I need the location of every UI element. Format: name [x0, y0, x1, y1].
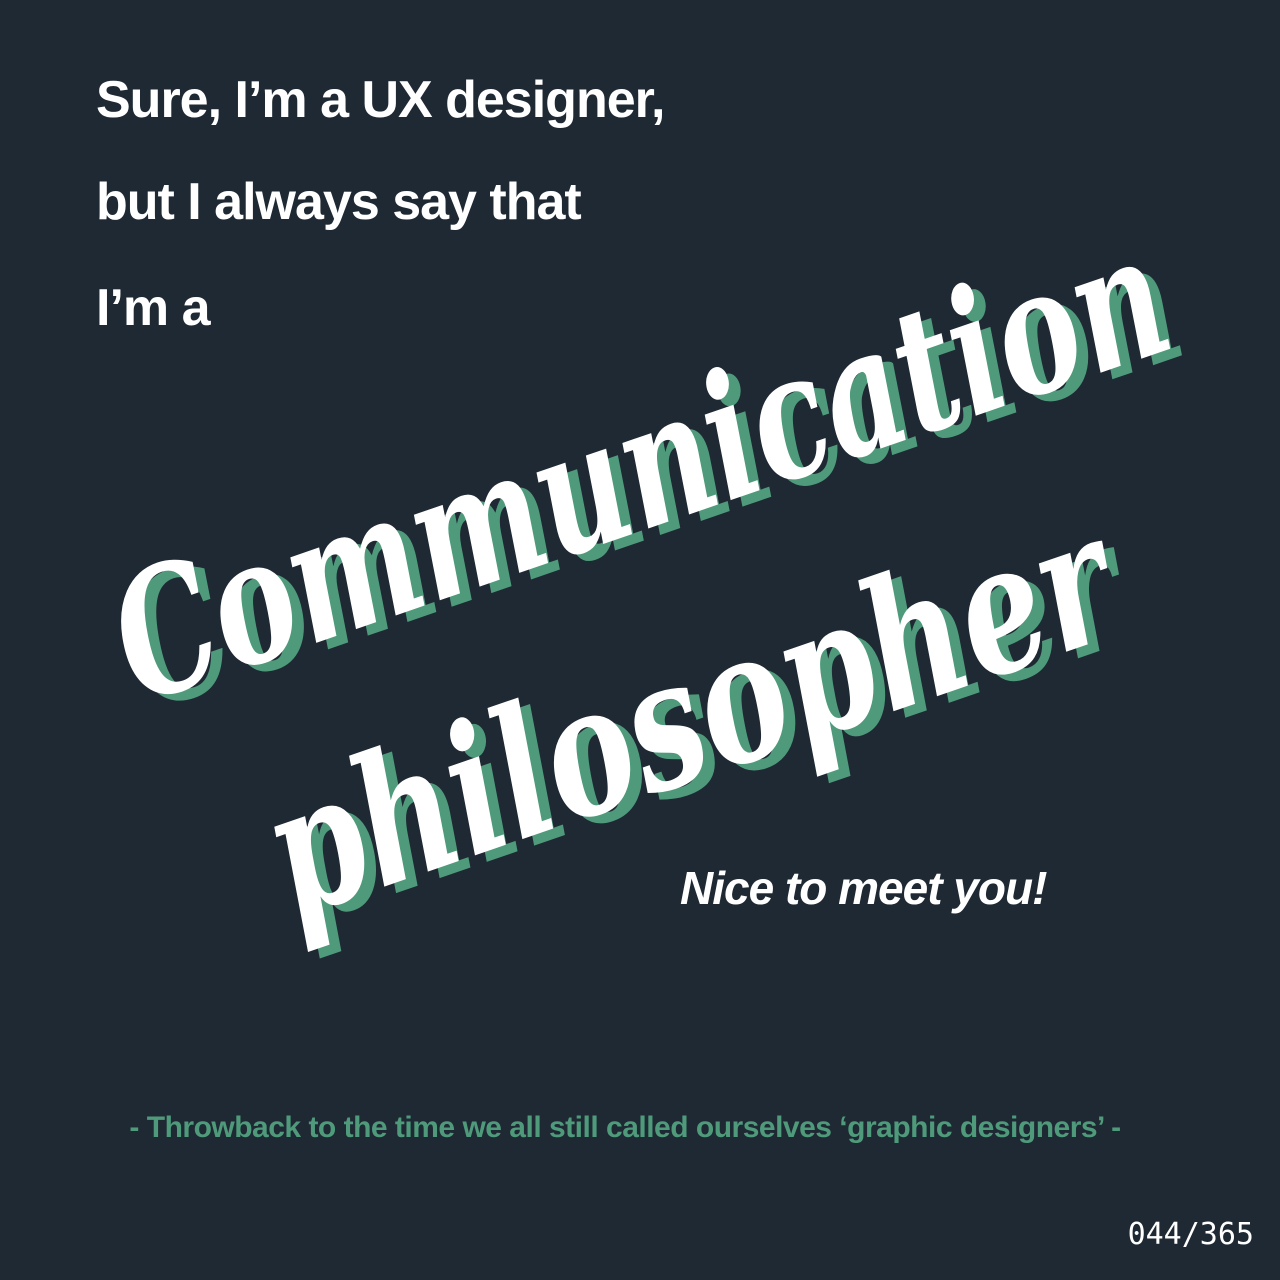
- headline-script-art: Communication Communication philosopher …: [86, 193, 1204, 965]
- footnote: - Throwback to the time we all still cal…: [129, 1111, 1121, 1144]
- post-counter: 044/365: [1127, 1217, 1254, 1252]
- closing-line: Nice to meet you!: [680, 862, 1047, 914]
- poster: Sure, I’m a UX designer, but I always sa…: [0, 0, 1280, 1280]
